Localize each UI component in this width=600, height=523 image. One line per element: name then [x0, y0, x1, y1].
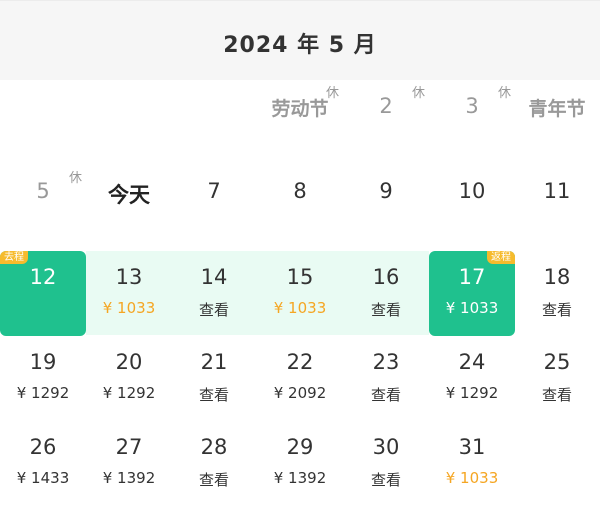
day-label: 29	[286, 435, 314, 459]
day-cell[interactable]: 18 查看	[514, 251, 600, 336]
day-label: 23	[372, 350, 400, 374]
day-cell[interactable]: 劳动节休	[257, 80, 343, 165]
day-label: 31	[458, 435, 486, 459]
day-cell[interactable]: 2休	[343, 80, 429, 165]
day-label: 18	[543, 265, 571, 289]
price-label: ¥ 1292	[16, 384, 70, 402]
day-label: 12	[29, 265, 57, 289]
holiday-rest-mark: 休	[68, 171, 82, 186]
day-label: 今天	[108, 183, 150, 207]
calendar-grid: 劳动节休 2 休 3 休青年节 5 休今天 7 8 9 10 11 12 去程 13 ¥ 1033 14 查看 15…	[0, 80, 600, 523]
view-link: 查看	[198, 386, 229, 404]
day-label: 9	[379, 179, 393, 203]
day-cell[interactable]: 7	[171, 165, 257, 250]
view-link: 查看	[198, 471, 229, 489]
day-label: 28	[200, 435, 228, 459]
day-label: 10	[458, 179, 486, 203]
day-label: 青年节	[528, 98, 586, 120]
day-cell[interactable]: 青年节	[514, 80, 600, 165]
day-cell[interactable]: 14 查看	[171, 251, 257, 336]
holiday-rest-mark: 休	[325, 86, 339, 101]
price-label: ¥ 1033	[102, 299, 156, 317]
price-label: ¥ 1033	[445, 469, 499, 487]
view-link: 查看	[370, 301, 401, 319]
day-label: 21	[200, 350, 228, 374]
holiday-rest-mark: 休	[497, 86, 511, 101]
day-label: 7	[207, 179, 221, 203]
view-link: 查看	[370, 471, 401, 489]
holiday-rest-mark: 休	[411, 86, 425, 101]
day-label: 25	[543, 350, 571, 374]
view-link: 查看	[370, 386, 401, 404]
day-cell[interactable]: 25 查看	[514, 336, 600, 421]
day-label: 17	[458, 265, 486, 289]
month-header: 2024 年 5 月	[0, 0, 600, 80]
day-label: 16	[372, 265, 400, 289]
price-label: ¥ 1033	[445, 299, 499, 317]
day-cell[interactable]: 15 ¥ 1033	[257, 251, 343, 336]
day-cell[interactable]: 5休	[0, 165, 86, 250]
day-label: 14	[200, 265, 228, 289]
day-cell[interactable]: 9	[343, 165, 429, 250]
day-cell[interactable]: 3休	[429, 80, 515, 165]
day-cell[interactable]: 17 ¥ 1033 返程	[429, 251, 515, 336]
price-label: ¥ 2092	[273, 384, 327, 402]
day-cell[interactable]: 21 查看	[171, 336, 257, 421]
day-cell[interactable]: 20 ¥ 1292	[86, 336, 172, 421]
day-cell[interactable]: 22 ¥ 2092	[257, 336, 343, 421]
day-label: 15	[286, 265, 314, 289]
day-cell[interactable]: 24 ¥ 1292	[429, 336, 515, 421]
day-cell[interactable]: 10	[429, 165, 515, 250]
day-label: 8	[293, 179, 307, 203]
day-cell[interactable]: 13 ¥ 1033	[86, 251, 172, 336]
view-link: 查看	[541, 386, 572, 404]
month-title: 2024 年 5 月	[223, 33, 377, 58]
day-label: 24	[458, 350, 486, 374]
day-cell[interactable]: 29 ¥ 1392	[257, 421, 343, 506]
day-label: 11	[543, 179, 571, 203]
day-cell[interactable]: 30 查看	[343, 421, 429, 506]
day-label: 13	[115, 265, 143, 289]
day-cell[interactable]: 今天	[86, 165, 172, 250]
price-label: ¥ 1292	[445, 384, 499, 402]
day-cell[interactable]: 23 查看	[343, 336, 429, 421]
day-cell[interactable]: 31 ¥ 1033	[429, 421, 515, 506]
day-label: 22	[286, 350, 314, 374]
day-cell[interactable]: 12 去程	[0, 251, 86, 336]
view-link: 查看	[198, 301, 229, 319]
day-label: 20	[115, 350, 143, 374]
price-label: ¥ 1033	[273, 299, 327, 317]
day-label: 30	[372, 435, 400, 459]
price-label: ¥ 1392	[102, 469, 156, 487]
day-cell[interactable]: 28 查看	[171, 421, 257, 506]
day-label: 19	[29, 350, 57, 374]
day-cell[interactable]: 16 查看	[343, 251, 429, 336]
day-cell[interactable]: 8	[257, 165, 343, 250]
return-trip-badge: 返程	[487, 251, 515, 264]
price-label: ¥ 1433	[16, 469, 70, 487]
day-cell[interactable]: 27 ¥ 1392	[86, 421, 172, 506]
day-cell[interactable]: 11	[514, 165, 600, 250]
price-label: ¥ 1292	[102, 384, 156, 402]
day-cell[interactable]: 26 ¥ 1433	[0, 421, 86, 506]
day-label: 26	[29, 435, 57, 459]
day-cell[interactable]: 19 ¥ 1292	[0, 336, 86, 421]
day-label: 27	[115, 435, 143, 459]
view-link: 查看	[541, 301, 572, 319]
departure-trip-badge: 去程	[0, 251, 28, 264]
price-label: ¥ 1392	[273, 469, 327, 487]
